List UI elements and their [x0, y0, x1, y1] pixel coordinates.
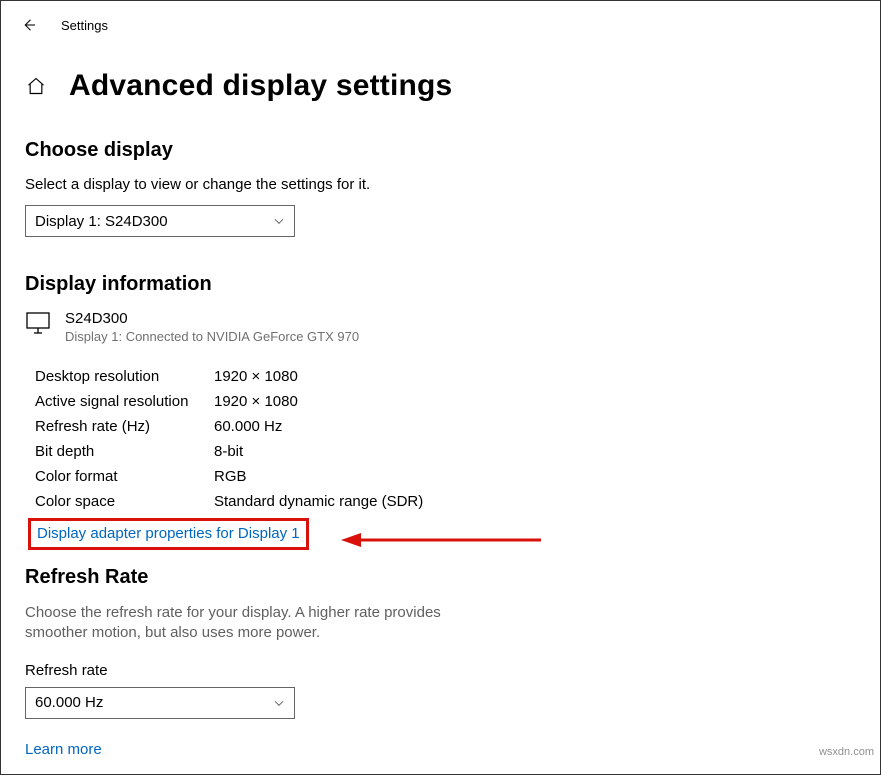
choose-display-heading: Choose display — [25, 139, 856, 162]
refresh-rate-heading: Refresh Rate — [25, 566, 856, 589]
info-row: Color formatRGB — [35, 464, 856, 489]
info-row: Bit depth8-bit — [35, 439, 856, 464]
refresh-rate-label: Refresh rate — [25, 662, 856, 679]
choose-display-subtext: Select a display to view or change the s… — [25, 176, 856, 193]
chevron-down-icon — [272, 214, 286, 228]
info-key: Color format — [35, 468, 214, 485]
watermark: wsxdn.com — [819, 746, 874, 758]
info-key: Desktop resolution — [35, 368, 214, 385]
info-val: 8-bit — [214, 443, 243, 460]
info-val: 60.000 Hz — [214, 418, 282, 435]
info-row: Color spaceStandard dynamic range (SDR) — [35, 489, 856, 514]
back-button[interactable] — [13, 9, 45, 41]
refresh-rate-select[interactable]: 60.000 Hz — [25, 687, 295, 719]
info-val: RGB — [214, 468, 247, 485]
info-val: Standard dynamic range (SDR) — [214, 493, 423, 510]
learn-more-link[interactable]: Learn more — [25, 741, 102, 758]
page-title: Advanced display settings — [69, 69, 452, 103]
display-info-heading: Display information — [25, 273, 856, 296]
info-val: 1920 × 1080 — [214, 368, 298, 385]
monitor-name: S24D300 — [65, 310, 359, 327]
info-key: Refresh rate (Hz) — [35, 418, 214, 435]
home-icon[interactable] — [25, 75, 47, 97]
info-row: Active signal resolution1920 × 1080 — [35, 389, 856, 414]
display-select[interactable]: Display 1: S24D300 — [25, 205, 295, 237]
monitor-connection: Display 1: Connected to NVIDIA GeForce G… — [65, 329, 359, 344]
info-val: 1920 × 1080 — [214, 393, 298, 410]
monitor-icon — [25, 310, 51, 334]
info-key: Bit depth — [35, 443, 214, 460]
refresh-rate-desc: Choose the refresh rate for your display… — [25, 603, 465, 644]
info-key: Active signal resolution — [35, 393, 214, 410]
refresh-rate-value: 60.000 Hz — [35, 694, 103, 711]
info-row: Refresh rate (Hz)60.000 Hz — [35, 414, 856, 439]
chevron-down-icon — [272, 696, 286, 710]
display-select-value: Display 1: S24D300 — [35, 213, 168, 230]
window-title: Settings — [61, 18, 108, 33]
display-adapter-properties-link[interactable]: Display adapter properties for Display 1 — [37, 525, 300, 542]
info-row: Desktop resolution1920 × 1080 — [35, 364, 856, 389]
arrow-left-icon — [20, 16, 38, 34]
info-key: Color space — [35, 493, 214, 510]
